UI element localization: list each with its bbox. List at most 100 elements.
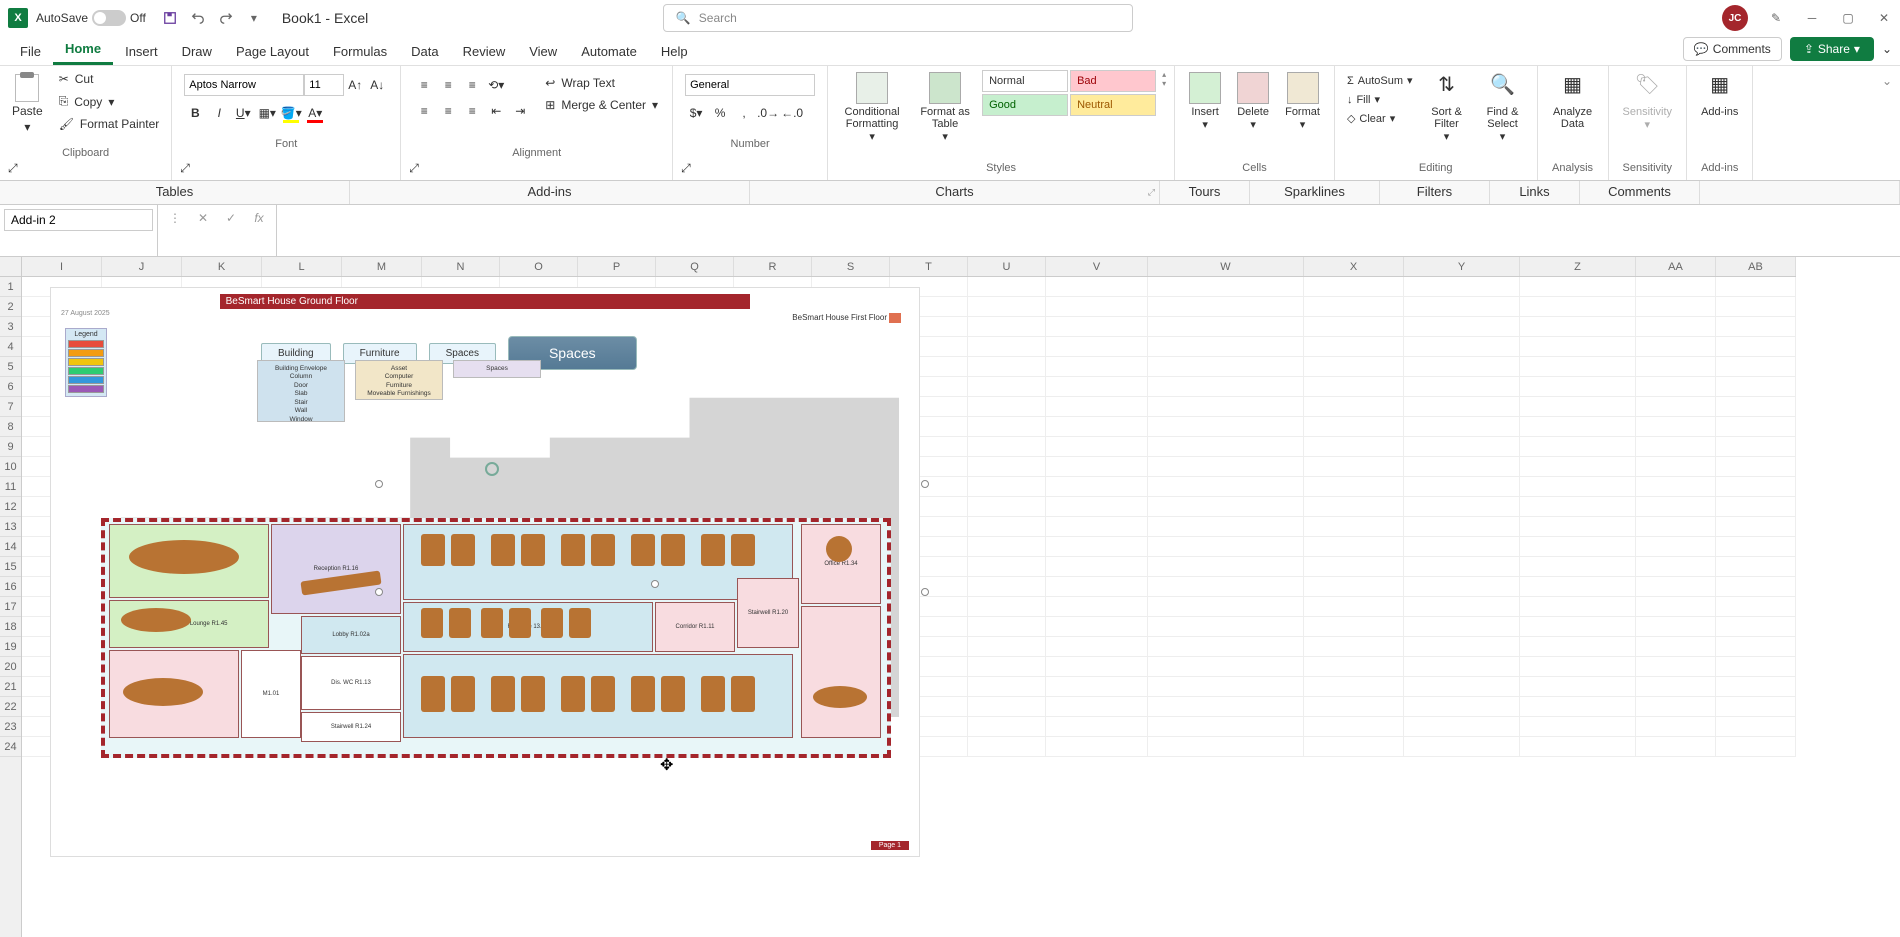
tab-home[interactable]: Home [53, 35, 113, 65]
floorplan-object[interactable]: 27 August 2025 BeSmart House Ground Floo… [50, 287, 920, 857]
col-header-V[interactable]: V [1046, 257, 1148, 276]
col-header-Y[interactable]: Y [1404, 257, 1520, 276]
sort-filter-button[interactable]: ⇅Sort & Filter▾ [1421, 70, 1473, 162]
col-header-N[interactable]: N [422, 257, 500, 276]
tab-automate[interactable]: Automate [569, 38, 649, 65]
format-as-table-button[interactable]: Format as Table▾ [914, 70, 976, 145]
font-launcher-icon[interactable]: ⤢ [180, 161, 392, 176]
name-box-input[interactable] [4, 209, 153, 231]
selection-handle[interactable] [375, 480, 383, 488]
col-header-M[interactable]: M [342, 257, 422, 276]
row-header-6[interactable]: 6 [0, 377, 21, 397]
row-header-21[interactable]: 21 [0, 677, 21, 697]
undo-icon[interactable] [190, 10, 206, 26]
col-header-R[interactable]: R [734, 257, 812, 276]
enter-formula-icon[interactable]: ✓ [222, 209, 240, 227]
col-header-Q[interactable]: Q [656, 257, 734, 276]
tab-help[interactable]: Help [649, 38, 700, 65]
style-good[interactable]: Good [982, 94, 1068, 116]
font-color-button[interactable]: A▾ [304, 102, 326, 124]
col-header-J[interactable]: J [102, 257, 182, 276]
ribbon2-links[interactable]: Links [1490, 181, 1580, 204]
tab-file[interactable]: File [8, 38, 53, 65]
decrease-indent-icon[interactable]: ⇤ [485, 100, 507, 122]
row-header-17[interactable]: 17 [0, 597, 21, 617]
row-header-8[interactable]: 8 [0, 417, 21, 437]
row-header-1[interactable]: 1 [0, 277, 21, 297]
align-left-icon[interactable]: ≡ [413, 100, 435, 122]
col-header-O[interactable]: O [500, 257, 578, 276]
row-header-3[interactable]: 3 [0, 317, 21, 337]
italic-button[interactable]: I [208, 102, 230, 124]
border-button[interactable]: ▦▾ [256, 102, 278, 124]
col-header-Z[interactable]: Z [1520, 257, 1636, 276]
styles-more-icon[interactable]: ▴▾ [1162, 70, 1166, 88]
orientation-icon[interactable]: ⟲▾ [485, 74, 507, 96]
row-header-16[interactable]: 16 [0, 577, 21, 597]
col-header-T[interactable]: T [890, 257, 968, 276]
ribbon-mode-icon[interactable]: ✎ [1768, 10, 1784, 26]
col-header-W[interactable]: W [1148, 257, 1304, 276]
align-center-icon[interactable]: ≡ [437, 100, 459, 122]
paste-button[interactable]: Paste ▾ [8, 70, 47, 147]
merge-center-button[interactable]: ⊞Merge & Center ▾ [543, 96, 660, 114]
col-header-K[interactable]: K [182, 257, 262, 276]
col-header-S[interactable]: S [812, 257, 890, 276]
number-format-select[interactable] [685, 74, 815, 96]
tab-data[interactable]: Data [399, 38, 450, 65]
align-top-icon[interactable]: ≡ [413, 74, 435, 96]
insert-cells-button[interactable]: Insert▾ [1183, 70, 1227, 133]
fill-color-button[interactable]: 🪣▾ [280, 102, 302, 124]
row-header-15[interactable]: 15 [0, 557, 21, 577]
decrease-decimal-icon[interactable]: ←.0 [781, 102, 803, 124]
accounting-format-icon[interactable]: $▾ [685, 102, 707, 124]
increase-font-icon[interactable]: A↑ [344, 74, 366, 96]
ribbon2-filters[interactable]: Filters [1380, 181, 1490, 204]
format-painter-button[interactable]: 🖌Format Painter [55, 115, 164, 133]
align-bottom-icon[interactable]: ≡ [461, 74, 483, 96]
fx-icon[interactable]: fx [250, 209, 268, 227]
row-header-9[interactable]: 9 [0, 437, 21, 457]
ribbon-options-icon[interactable]: ⌄ [1874, 66, 1900, 180]
row-header-5[interactable]: 5 [0, 357, 21, 377]
ribbon2-charts[interactable]: Charts⤢ [750, 181, 1160, 204]
fill-button[interactable]: ↓Fill ▾ [1345, 91, 1415, 108]
row-header-7[interactable]: 7 [0, 397, 21, 417]
row-header-11[interactable]: 11 [0, 477, 21, 497]
row-header-12[interactable]: 12 [0, 497, 21, 517]
col-header-P[interactable]: P [578, 257, 656, 276]
save-icon[interactable] [162, 10, 178, 26]
col-header-AB[interactable]: AB [1716, 257, 1796, 276]
sensitivity-button[interactable]: 🏷Sensitivity▾ [1617, 70, 1679, 133]
tab-draw[interactable]: Draw [170, 38, 224, 65]
wrap-text-button[interactable]: ↩Wrap Text [543, 74, 660, 92]
row-header-10[interactable]: 10 [0, 457, 21, 477]
tab-view[interactable]: View [517, 38, 569, 65]
charts-launcher-icon[interactable]: ⤢ [1148, 187, 1155, 198]
number-launcher-icon[interactable]: ⤢ [681, 161, 819, 176]
align-right-icon[interactable]: ≡ [461, 100, 483, 122]
tab-insert[interactable]: Insert [113, 38, 170, 65]
row-header-20[interactable]: 20 [0, 657, 21, 677]
ribbon2-tours[interactable]: Tours [1160, 181, 1250, 204]
autosum-button[interactable]: ΣAutoSum ▾ [1345, 72, 1415, 89]
qat-customize-icon[interactable]: ▾ [246, 10, 262, 26]
addins-button[interactable]: ▦Add-ins [1695, 70, 1744, 120]
selection-handle[interactable] [921, 480, 929, 488]
increase-decimal-icon[interactable]: .0→ [757, 102, 779, 124]
tab-formulas[interactable]: Formulas [321, 38, 399, 65]
align-middle-icon[interactable]: ≡ [437, 74, 459, 96]
col-header-I[interactable]: I [22, 257, 102, 276]
clear-button[interactable]: ◇Clear ▾ [1345, 110, 1415, 127]
font-name-select[interactable] [184, 74, 304, 96]
cancel-formula-icon[interactable]: ✕ [194, 209, 212, 227]
clipboard-launcher-icon[interactable]: ⤢ [8, 161, 163, 176]
alignment-launcher-icon[interactable]: ⤢ [409, 161, 664, 176]
copy-button[interactable]: ⎘Copy ▾ [55, 92, 164, 111]
formula-input[interactable] [277, 205, 1900, 256]
style-neutral[interactable]: Neutral [1070, 94, 1156, 116]
share-button[interactable]: ⇪ Share ▾ [1790, 37, 1874, 61]
row-header-2[interactable]: 2 [0, 297, 21, 317]
row-header-23[interactable]: 23 [0, 717, 21, 737]
ribbon2-tables[interactable]: Tables [0, 181, 350, 204]
